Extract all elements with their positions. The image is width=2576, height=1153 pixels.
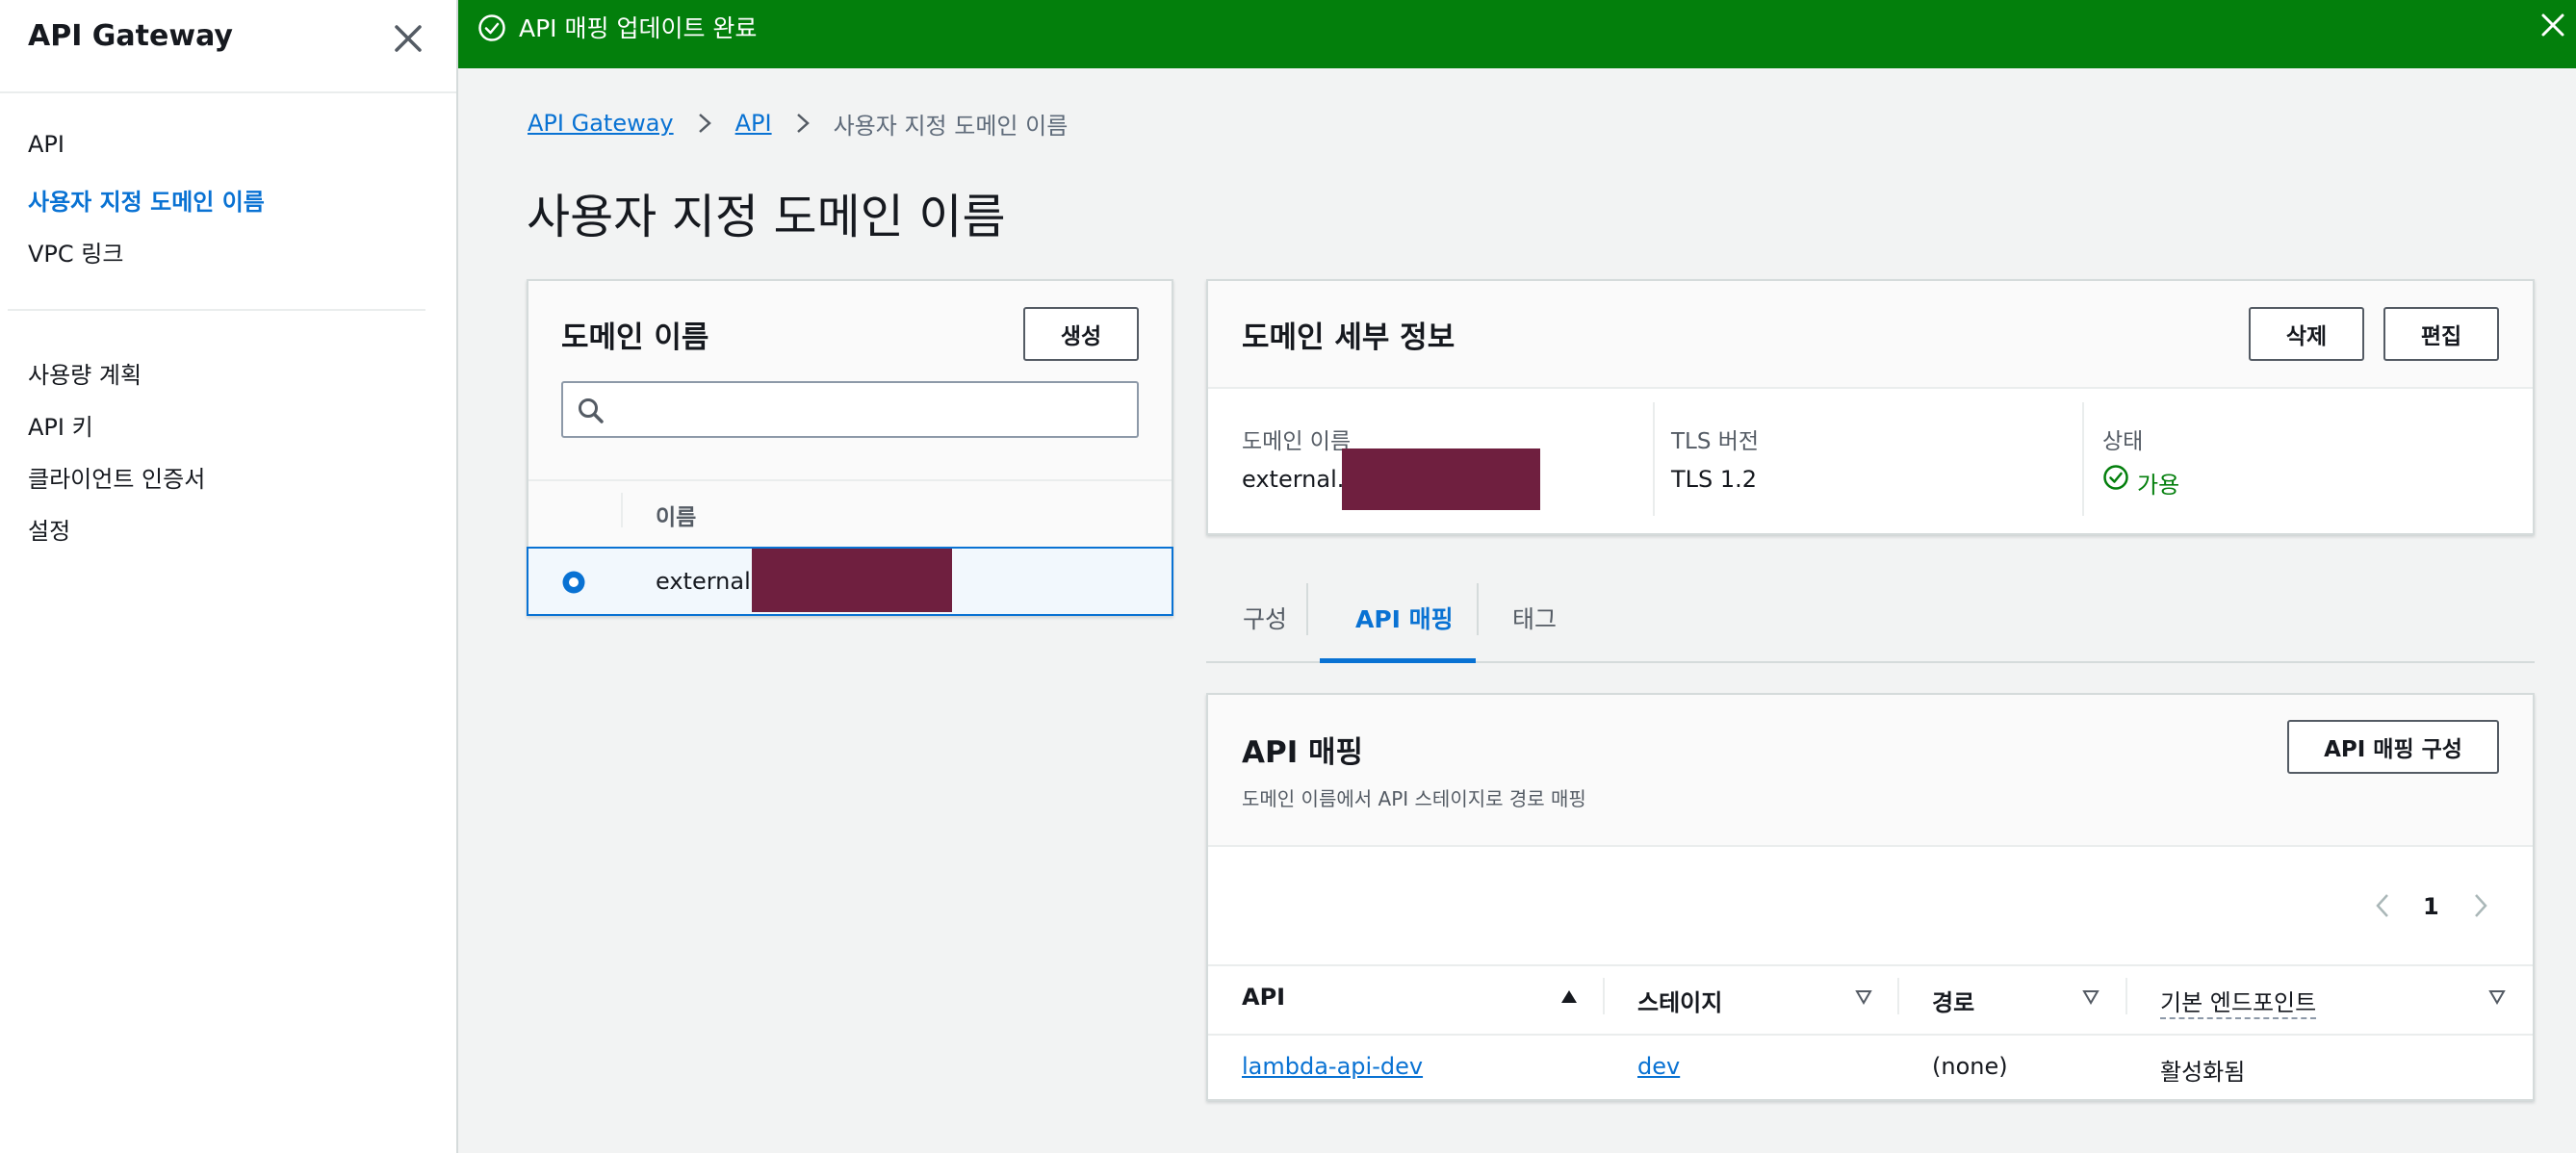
sidebar-header: API Gateway xyxy=(0,0,456,93)
active-tab-indicator xyxy=(1320,658,1476,663)
api-mappings-title: API 매핑 xyxy=(1242,735,1364,770)
sidebar-item-settings[interactable]: 설정 xyxy=(28,512,70,546)
domain-details-title: 도메인 세부 정보 xyxy=(1242,320,1455,355)
table-header-divider xyxy=(528,479,1172,481)
domain-name-value: external. xyxy=(1242,466,1345,493)
table-row[interactable]: external. xyxy=(527,547,1173,616)
page-title: 사용자 지정 도메인 이름 xyxy=(527,190,1006,244)
table-row: lambda-api-dev xyxy=(1242,1053,1423,1080)
sidebar-item-client-certificates[interactable]: 클라이언트 인증서 xyxy=(28,460,205,494)
success-flashbar: API 매핑 업데이트 완료 xyxy=(458,0,2576,68)
chevron-right-icon xyxy=(796,114,810,133)
breadcrumb: API Gateway API 사용자 지정 도메인 이름 xyxy=(528,106,1068,141)
path-cell: (none) xyxy=(1932,1053,2008,1080)
search-input[interactable] xyxy=(561,381,1139,438)
sidebar: API Gateway API 사용자 지정 도메인 이름 VPC 링크 사용량… xyxy=(0,0,458,1153)
sidebar-divider xyxy=(8,309,425,311)
status-available-icon xyxy=(2103,465,2128,490)
column-header-name: 이름 xyxy=(656,505,697,530)
sort-icon[interactable] xyxy=(1854,987,1873,1007)
sidebar-item-vpc-links[interactable]: VPC 링크 xyxy=(28,235,123,269)
column-header-default-endpoint[interactable]: 기본 엔드포인트 xyxy=(2160,984,2317,1019)
sidebar-item-custom-domain-names[interactable]: 사용자 지정 도메인 이름 xyxy=(28,183,265,217)
chevron-right-icon[interactable] xyxy=(2470,891,2491,920)
column-header-path[interactable]: 경로 xyxy=(1932,984,1974,1017)
tab-api-mappings[interactable]: API 매핑 xyxy=(1355,601,1454,635)
breadcrumb-current: 사용자 지정 도메인 이름 xyxy=(833,112,1069,140)
redaction-block xyxy=(752,549,952,612)
radio-selected-icon[interactable] xyxy=(561,570,586,595)
chevron-left-icon[interactable] xyxy=(2372,891,2393,920)
sort-icon[interactable] xyxy=(2081,987,2100,1007)
api-link[interactable]: lambda-api-dev xyxy=(1242,1053,1423,1080)
sidebar-title: API Gateway xyxy=(28,19,233,53)
sidebar-item-api-keys[interactable]: API 키 xyxy=(28,408,93,442)
default-endpoint-cell: 활성화됨 xyxy=(2160,1059,2246,1086)
create-button[interactable]: 생성 xyxy=(1023,307,1139,361)
sidebar-item-usage-plans[interactable]: 사용량 계획 xyxy=(28,356,142,390)
close-icon[interactable] xyxy=(389,19,427,58)
tab-tags[interactable]: 태그 xyxy=(1512,601,1557,635)
sort-ascending-icon[interactable] xyxy=(1559,987,1579,1007)
status-label: 상태 xyxy=(2102,429,2144,454)
delete-button[interactable]: 삭제 xyxy=(2249,307,2364,361)
sidebar-item-api[interactable]: API xyxy=(28,131,64,158)
close-icon[interactable] xyxy=(2537,10,2568,40)
tab-configuration[interactable]: 구성 xyxy=(1243,601,1287,635)
domain-name-label: 도메인 이름 xyxy=(1242,429,1352,454)
chevron-right-icon xyxy=(698,114,711,133)
configure-api-mappings-button[interactable]: API 매핑 구성 xyxy=(2287,720,2499,774)
status-value: 가용 xyxy=(2137,472,2180,499)
search-icon xyxy=(579,398,604,423)
redaction-block xyxy=(1342,448,1540,510)
column-divider xyxy=(621,493,623,527)
sort-icon[interactable] xyxy=(2487,987,2507,1007)
edit-button[interactable]: 편집 xyxy=(2383,307,2499,361)
tls-version-label: TLS 버전 xyxy=(1671,429,1760,454)
column-header-stage[interactable]: 스테이지 xyxy=(1637,984,1722,1017)
breadcrumb-api-gateway[interactable]: API Gateway xyxy=(528,110,674,137)
tls-version-value: TLS 1.2 xyxy=(1671,466,1758,493)
stage-link[interactable]: dev xyxy=(1637,1053,1680,1080)
flash-message: API 매핑 업데이트 완료 xyxy=(519,14,758,42)
page-number[interactable]: 1 xyxy=(2423,893,2439,920)
api-mappings-description: 도메인 이름에서 API 스테이지로 경로 매핑 xyxy=(1242,787,1586,810)
success-check-icon xyxy=(478,14,505,41)
domain-name-cell: external. xyxy=(656,568,759,595)
breadcrumb-api[interactable]: API xyxy=(735,110,772,137)
column-header-api[interactable]: API xyxy=(1242,984,1285,1011)
domain-list-title: 도메인 이름 xyxy=(561,320,709,355)
